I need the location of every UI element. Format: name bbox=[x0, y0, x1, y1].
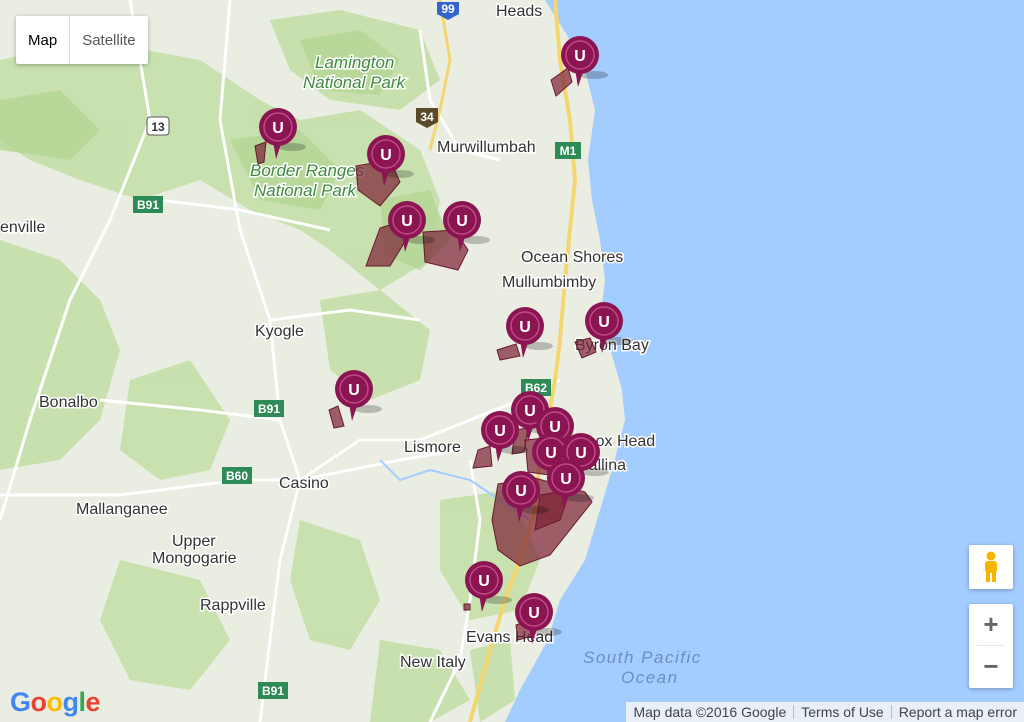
place-ocean-shores: Ocean Shores bbox=[521, 249, 623, 266]
place-heads: Heads bbox=[496, 3, 542, 20]
marker-letter: U bbox=[524, 403, 536, 420]
place-rappville: Rappville bbox=[200, 597, 266, 614]
svg-text:34: 34 bbox=[420, 110, 434, 124]
park-lamington: Lamington bbox=[315, 53, 394, 72]
attribution-bar: Map data ©2016 Google Terms of Use Repor… bbox=[626, 702, 1024, 722]
marker-letter: U bbox=[598, 314, 610, 331]
road-13-shield: 13 bbox=[146, 116, 170, 136]
svg-text:B91: B91 bbox=[262, 684, 284, 698]
marker-letter: U bbox=[574, 48, 586, 65]
report-map-error-link[interactable]: Report a map error bbox=[892, 704, 1024, 720]
road-b60-shield: B60 bbox=[222, 467, 252, 484]
svg-text:B91: B91 bbox=[258, 402, 280, 416]
place-enville: enville bbox=[0, 219, 45, 236]
svg-text:M1: M1 bbox=[560, 144, 577, 158]
terms-of-use-link[interactable]: Terms of Use bbox=[794, 704, 890, 720]
map-type-control: Map Satellite bbox=[16, 16, 148, 64]
zoom-out-button[interactable]: − bbox=[969, 646, 1013, 687]
ocean-label-south-pacific: South Pacific bbox=[583, 648, 702, 667]
park-border-ranges-np: National Park bbox=[254, 181, 358, 200]
svg-text:99: 99 bbox=[441, 2, 455, 16]
place-mallanganee: Mallanganee bbox=[76, 501, 168, 518]
svg-text:13: 13 bbox=[151, 120, 165, 134]
place-bonalbo: Bonalbo bbox=[39, 394, 98, 411]
road-b91-shield-north: B91 bbox=[133, 196, 163, 213]
svg-text:B91: B91 bbox=[137, 198, 159, 212]
ocean-label-ocean: Ocean bbox=[621, 668, 679, 687]
zoom-in-button[interactable]: + bbox=[969, 604, 1013, 645]
place-upper: Upper bbox=[172, 533, 216, 550]
map-type-map-button[interactable]: Map bbox=[16, 16, 69, 64]
marker-letter: U bbox=[515, 483, 527, 500]
google-logo[interactable]: Google bbox=[10, 687, 101, 718]
marker-letter: U bbox=[478, 573, 490, 590]
place-mongogarie: Mongogarie bbox=[152, 550, 237, 567]
marker-letter: U bbox=[380, 147, 392, 164]
svg-text:B60: B60 bbox=[226, 469, 248, 483]
road-b91-shield-south: B91 bbox=[258, 682, 288, 699]
marker-letter: U bbox=[575, 445, 587, 462]
place-mullumbimby: Mullumbimby bbox=[502, 274, 596, 291]
map-canvas[interactable]: 99 13 34 M1 B91 B91 B60 B62 B91 Heads Mu… bbox=[0, 0, 1024, 722]
street-view-pegman-button[interactable] bbox=[969, 545, 1013, 589]
place-kyogle: Kyogle bbox=[255, 323, 304, 340]
park-border-ranges: Border Ranges bbox=[250, 161, 365, 180]
marker-letter: U bbox=[545, 445, 557, 462]
marker-letter: U bbox=[528, 605, 540, 622]
park-lamington-np: National Park bbox=[303, 73, 407, 92]
place-casino: Casino bbox=[279, 475, 329, 492]
marker-letter: U bbox=[401, 213, 413, 230]
marker-letter: U bbox=[560, 471, 572, 488]
map-data-attribution: Map data ©2016 Google bbox=[633, 704, 787, 720]
marker-letter: U bbox=[494, 423, 506, 440]
marker-letter: U bbox=[519, 319, 531, 336]
marker-letter: U bbox=[456, 213, 468, 230]
pegman-icon bbox=[985, 551, 997, 582]
area-polygon[interactable] bbox=[463, 603, 471, 611]
road-m1-shield: M1 bbox=[555, 142, 581, 159]
place-new-italy: New Italy bbox=[400, 654, 466, 671]
road-b91-shield-mid: B91 bbox=[254, 400, 284, 417]
zoom-control: + − bbox=[969, 604, 1013, 688]
place-lismore: Lismore bbox=[404, 439, 461, 456]
marker-letter: U bbox=[348, 382, 360, 399]
marker-letter: U bbox=[272, 120, 284, 137]
map-type-satellite-button[interactable]: Satellite bbox=[70, 16, 147, 64]
place-murwillumbah: Murwillumbah bbox=[437, 139, 536, 156]
